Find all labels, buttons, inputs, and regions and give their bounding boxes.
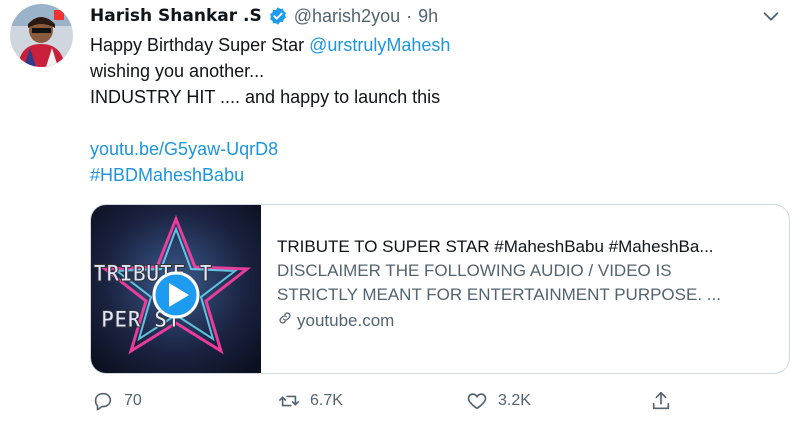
link-icon bbox=[277, 309, 297, 333]
mention-link[interactable]: @urstrulyMahesh bbox=[309, 35, 450, 55]
link-preview-card[interactable]: TRIBUTE T PER ST TRIBUTE TO SUPER STAR #… bbox=[90, 204, 790, 374]
tweet-text: Happy Birthday Super Star @urstrulyMahes… bbox=[90, 32, 790, 188]
share-icon bbox=[650, 390, 682, 412]
share-button[interactable] bbox=[650, 390, 682, 412]
reply-icon bbox=[92, 390, 124, 412]
card-description-line-2: STRICTLY MEANT FOR ENTERTAINMENT PURPOSE… bbox=[277, 285, 721, 304]
like-count: 3.2K bbox=[498, 392, 531, 409]
tweet-timestamp[interactable]: 9h bbox=[418, 6, 438, 27]
chevron-down-icon[interactable] bbox=[760, 5, 782, 27]
reply-count: 70 bbox=[124, 392, 142, 409]
retweet-button[interactable]: 6.7K bbox=[278, 390, 343, 412]
hashtag-link[interactable]: #HBDMaheshBabu bbox=[90, 162, 790, 188]
play-icon[interactable] bbox=[152, 271, 200, 319]
avatar[interactable] bbox=[10, 4, 73, 67]
tweet-actions: 70 6.7K 3.2K bbox=[90, 390, 790, 420]
like-button[interactable]: 3.2K bbox=[466, 390, 531, 412]
tweet[interactable]: Harish Shankar .S @harish2you · 9h Happy… bbox=[0, 0, 800, 421]
verified-badge-icon bbox=[268, 6, 288, 26]
retweet-icon bbox=[278, 390, 310, 412]
reply-button[interactable]: 70 bbox=[92, 390, 142, 412]
card-title: TRIBUTE TO SUPER STAR #MaheshBabu #Mahes… bbox=[277, 237, 714, 256]
heart-icon bbox=[466, 390, 498, 412]
card-description-line-1: DISCLAIMER THE FOLLOWING AUDIO / VIDEO I… bbox=[277, 261, 672, 280]
tweet-line-1: Happy Birthday Super Star bbox=[90, 35, 310, 55]
tweet-line-3: INDUSTRY HIT .... and happy to launch th… bbox=[90, 87, 441, 107]
author-handle[interactable]: @harish2you bbox=[294, 6, 400, 27]
separator-dot: · bbox=[406, 5, 413, 26]
video-thumbnail[interactable]: TRIBUTE T PER ST bbox=[91, 205, 261, 373]
author-name[interactable]: Harish Shankar .S bbox=[90, 6, 262, 26]
youtube-link[interactable]: youtu.be/G5yaw-UqrD8 bbox=[90, 136, 790, 162]
tweet-line-2: wishing you another... bbox=[90, 61, 265, 81]
retweet-count: 6.7K bbox=[310, 392, 343, 409]
card-domain: youtube.com bbox=[297, 311, 395, 330]
